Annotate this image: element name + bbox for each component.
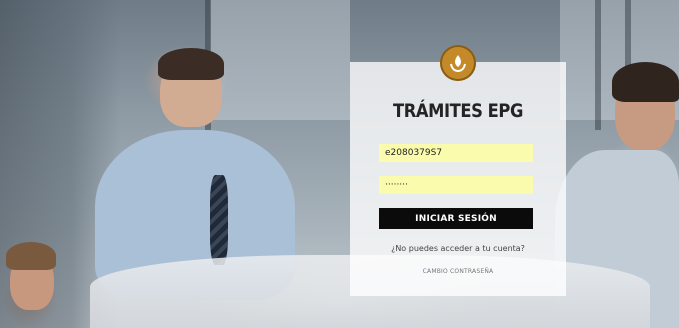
background-photo: TRÁMITES EPG INICIAR SESIÓN ¿No puedes a… — [0, 0, 679, 328]
login-button[interactable]: INICIAR SESIÓN — [379, 208, 533, 229]
username-input[interactable] — [379, 144, 533, 162]
password-input[interactable] — [379, 176, 533, 194]
forgot-access-link[interactable]: ¿No puedes acceder a tu cuenta? — [350, 244, 566, 253]
login-title: TRÁMITES EPG — [393, 100, 523, 122]
flame-logo-icon — [450, 55, 466, 73]
change-password-link[interactable]: CAMBIO CONTRASEÑA — [350, 268, 566, 275]
university-logo-icon — [440, 45, 476, 81]
